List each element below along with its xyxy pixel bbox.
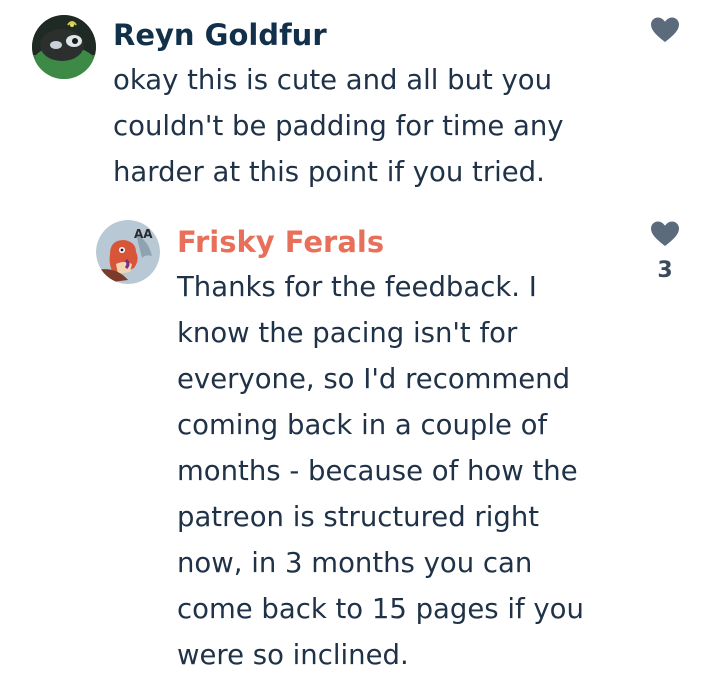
comment-line: were so inclined.: [177, 639, 409, 671]
avatar[interactable]: AA: [96, 220, 160, 284]
comment-author[interactable]: Reyn Goldfur: [113, 17, 327, 53]
heart-icon: [651, 221, 679, 246]
avatar[interactable]: [32, 15, 96, 79]
dark-creature-avatar-icon: [32, 15, 96, 79]
comment-line: come back to 15 pages if you: [177, 593, 584, 625]
comment-line: harder at this point if you tried.: [113, 156, 545, 188]
comment-line: okay this is cute and all but you: [113, 64, 553, 96]
comment-line: coming back in a couple of: [177, 409, 548, 441]
heart-icon: [651, 17, 679, 42]
svg-text:AA: AA: [134, 227, 153, 241]
comment-line: months - because of how the: [177, 455, 578, 487]
reply-comment: AA Frisky Ferals Thanks for the feedback…: [0, 210, 720, 686]
comment-author[interactable]: Frisky Ferals: [177, 224, 384, 260]
red-dragon-avatar-icon: AA: [96, 220, 160, 284]
comment-line: everyone, so I'd recommend: [177, 363, 571, 395]
comment-line: know the pacing isn't for: [177, 317, 518, 349]
comment-line: Thanks for the feedback. I: [177, 271, 537, 303]
comment-body: Thanks for the feedback. I know the paci…: [177, 264, 584, 678]
comment-line: now, in 3 months you can: [177, 547, 533, 579]
like-count: 3: [657, 258, 673, 283]
comment: Reyn Goldfur okay this is cute and all b…: [0, 0, 720, 200]
comment-line: patreon is structured right: [177, 501, 540, 533]
comment-body: okay this is cute and all but you couldn…: [113, 57, 564, 195]
like-button[interactable]: [650, 16, 680, 44]
comment-line: couldn't be padding for time any: [113, 110, 564, 142]
like-button[interactable]: [650, 220, 680, 248]
